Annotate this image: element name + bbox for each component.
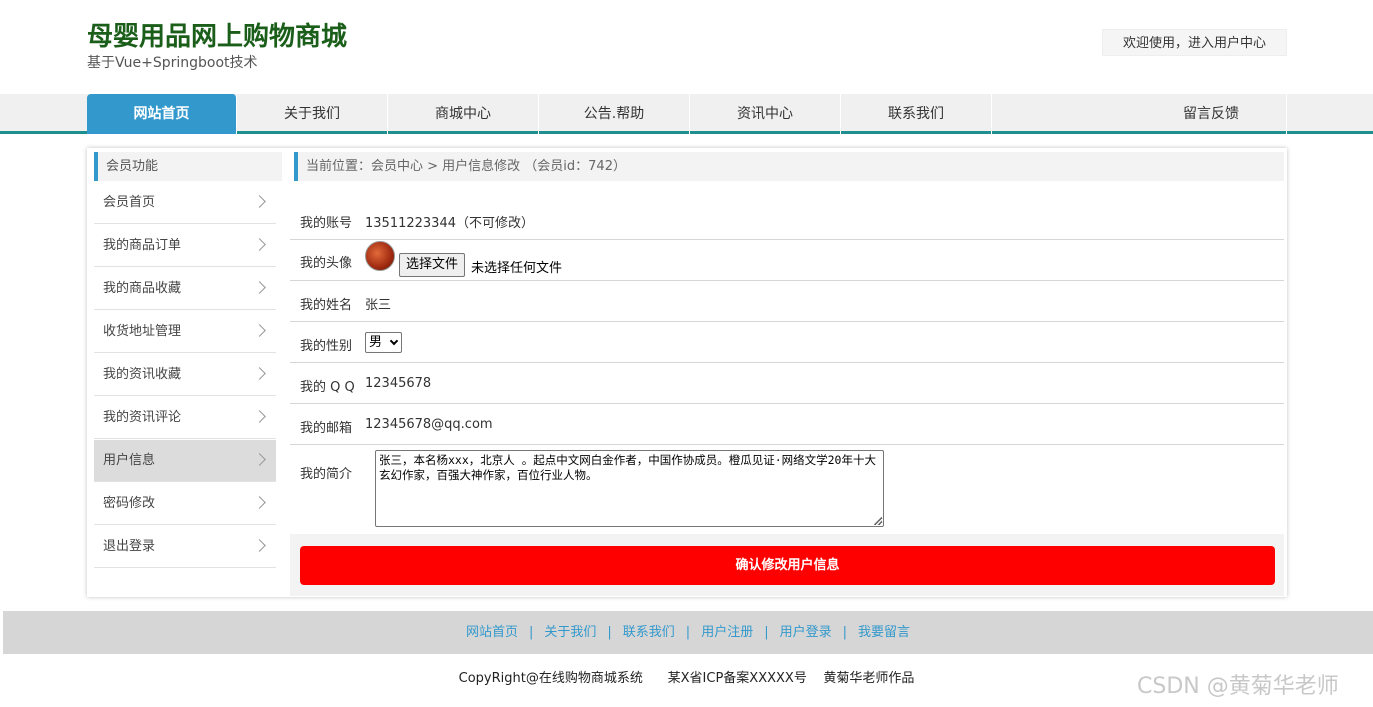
footer-separator: | (685, 625, 691, 640)
nav-item-news[interactable]: 资讯中心 (690, 94, 841, 134)
nav-item-notice[interactable]: 公告.帮助 (539, 94, 690, 134)
sex-select[interactable]: 男 (365, 332, 402, 353)
name-input[interactable]: 张三 (365, 294, 391, 313)
footer-separator: | (764, 625, 769, 640)
email-label: 我的邮箱 (300, 421, 353, 436)
nav-item-contact[interactable]: 联系我们 (841, 94, 992, 134)
choose-file-button[interactable]: 选择文件 (399, 253, 466, 277)
sidebar-item-user-info[interactable]: 用户信息 (94, 440, 276, 482)
footer-link-contact[interactable]: 联系我们 (623, 625, 675, 640)
chevron-right-icon (253, 496, 266, 509)
footer-link-login[interactable]: 用户登录 (780, 625, 832, 640)
intro-row: 我的简介 张三，本名杨xxx，北京人 。起点中文网白金作者，中国作协成员。橙瓜见… (290, 445, 1284, 534)
nav-item-about[interactable]: 关于我们 (237, 94, 388, 134)
nav-item-feedback[interactable]: 留言反馈 (992, 94, 1287, 134)
sidebar-item-password[interactable]: 密码修改 (94, 483, 276, 525)
account-label: 我的账号 (300, 216, 353, 231)
resize-grip-icon[interactable] (874, 517, 882, 525)
email-row: 我的邮箱 12345678@qq.com (290, 404, 1284, 445)
chevron-right-icon (253, 238, 266, 251)
chevron-right-icon (253, 410, 266, 423)
sidebar-item-label: 我的商品订单 (103, 238, 182, 253)
chevron-right-icon (253, 453, 266, 466)
sidebar-item-news-favorites[interactable]: 我的资讯收藏 (94, 354, 276, 396)
qq-label: 我的 Q Q (300, 380, 355, 395)
footer-link-message[interactable]: 我要留言 (858, 625, 910, 640)
member-panel: 会员功能 会员首页 我的商品订单 我的商品收藏 收货地址管理 我的资讯收藏 我的… (87, 148, 1287, 597)
breadcrumb: 当前位置：会员中心 > 用户信息修改 （会员id：742） (294, 152, 1284, 181)
footer-separator: | (528, 625, 534, 640)
sidebar-item-label: 我的资讯评论 (103, 410, 182, 425)
sidebar-item-label: 密码修改 (103, 496, 156, 511)
avatar-row: 我的头像 选择文件 未选择任何文件 (290, 240, 1284, 281)
sidebar-item-label: 我的商品收藏 (103, 281, 182, 296)
name-label: 我的姓名 (300, 298, 353, 313)
intro-text: 张三，本名杨xxx，北京人 。起点中文网白金作者，中国作协成员。橙瓜见证·网络文… (379, 453, 876, 482)
chevron-right-icon (253, 539, 266, 552)
user-center-link[interactable]: 欢迎使用，进入用户中心 (1102, 29, 1287, 56)
file-status: 未选择任何文件 (471, 261, 563, 276)
chevron-right-icon (253, 195, 266, 208)
footer-link-home[interactable]: 网站首页 (466, 625, 518, 640)
footer-separator: | (842, 625, 847, 640)
email-input[interactable]: 12345678@qq.com (365, 417, 493, 432)
name-row: 我的姓名 张三 (290, 281, 1284, 322)
sidebar-item-label: 用户信息 (103, 453, 156, 468)
sidebar-item-label: 会员首页 (103, 195, 156, 210)
site-title: 母婴用品网上购物商城 (87, 22, 348, 52)
sex-label: 我的性别 (300, 339, 353, 354)
submit-button[interactable]: 确认修改用户信息 (300, 546, 1275, 585)
main-nav: 网站首页 关于我们 商城中心 公告.帮助 资讯中心 联系我们 留言反馈 (0, 94, 1373, 134)
footer-separator: | (607, 625, 612, 640)
account-value: 13511223344（不可修改） (365, 216, 534, 231)
avatar-label: 我的头像 (300, 256, 353, 271)
sex-row: 我的性别 男 (290, 322, 1284, 363)
intro-textarea[interactable]: 张三，本名杨xxx，北京人 。起点中文网白金作者，中国作协成员。橙瓜见证·网络文… (375, 450, 884, 527)
account-row: 我的账号 13511223344（不可修改） (290, 199, 1284, 240)
sidebar-item-label: 退出登录 (103, 539, 156, 554)
site-subtitle: 基于Vue+Springboot技术 (87, 55, 258, 71)
sidebar-item-news-comments[interactable]: 我的资讯评论 (94, 397, 276, 439)
sex-select-value: 男 (369, 335, 383, 350)
nav-item-mall[interactable]: 商城中心 (388, 94, 539, 134)
qq-row: 我的 Q Q 12345678 (290, 363, 1284, 404)
intro-label: 我的简介 (300, 467, 353, 482)
footer-links: 网站首页 | 关于我们 | 联系我们 | 用户注册 | 用户登录 | 我要留言 (3, 611, 1373, 654)
sidebar-item-address[interactable]: 收货地址管理 (94, 311, 276, 353)
sidebar-item-logout[interactable]: 退出登录 (94, 526, 276, 568)
sidebar-item-orders[interactable]: 我的商品订单 (94, 225, 276, 267)
sidebar-item-member-home[interactable]: 会员首页 (94, 182, 276, 224)
chevron-right-icon (253, 367, 266, 380)
chevron-right-icon (253, 324, 266, 337)
watermark: CSDN @黄菊华老师 (1137, 674, 1339, 699)
avatar (365, 241, 395, 271)
sidebar-item-label: 我的资讯收藏 (103, 367, 182, 382)
sidebar-title: 会员功能 (94, 152, 282, 181)
footer-link-about[interactable]: 关于我们 (544, 625, 596, 640)
qq-input[interactable]: 12345678 (365, 376, 431, 391)
sidebar-item-favorites[interactable]: 我的商品收藏 (94, 268, 276, 310)
sidebar-item-label: 收货地址管理 (103, 324, 182, 339)
chevron-right-icon (253, 281, 266, 294)
nav-item-home[interactable]: 网站首页 (87, 94, 237, 134)
chevron-down-icon (389, 336, 399, 346)
footer-link-register[interactable]: 用户注册 (701, 625, 753, 640)
